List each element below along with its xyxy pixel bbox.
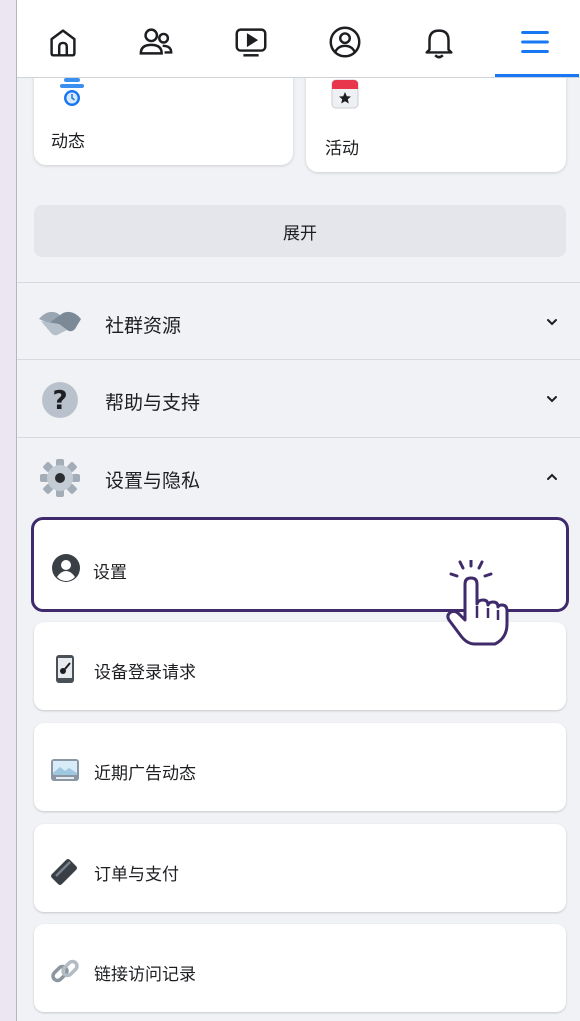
section-label: 帮助与支持 — [105, 392, 201, 414]
menu-item-link-history[interactable]: 链接访问记录 — [34, 924, 566, 1012]
section-label: 设置与隐私 — [105, 470, 201, 492]
menu-item-orders-payments[interactable]: 订单与支付 — [34, 824, 566, 912]
section-help-support[interactable]: ? 帮助与支持 — [17, 362, 580, 439]
feeds-icon — [60, 78, 84, 106]
menu-item-recent-ad-activity[interactable]: 近期广告动态 — [34, 723, 566, 811]
nav-home[interactable] — [41, 20, 85, 64]
events-icon — [331, 79, 359, 109]
app-frame: 动态 活动 展开 社群资源 ? 帮助与支持 设置与隐私 设置 设备登录请求 近期… — [16, 0, 580, 1021]
section-settings-privacy[interactable]: 设置与隐私 — [17, 440, 580, 517]
shortcut-label: 活动 — [325, 139, 359, 159]
active-tab-indicator — [495, 74, 579, 77]
chevron-up-icon — [547, 473, 557, 480]
menu-item-label: 设备登录请求 — [94, 663, 196, 683]
menu-item-label: 近期广告动态 — [94, 764, 196, 784]
nav-profile[interactable] — [323, 20, 367, 64]
nav-menu[interactable] — [513, 20, 557, 64]
video-icon — [235, 28, 267, 57]
nav-video[interactable] — [229, 20, 273, 64]
payment-icon — [51, 859, 77, 885]
home-icon — [50, 29, 76, 57]
chevron-down-icon — [547, 396, 557, 403]
link-icon — [51, 959, 79, 983]
notifications-icon — [425, 29, 453, 59]
section-community-resources[interactable]: 社群资源 — [17, 285, 580, 362]
chevron-down-icon — [547, 319, 557, 326]
user-circle-icon — [52, 554, 80, 582]
svg-text:?: ? — [52, 386, 67, 416]
hand-pointer-icon — [446, 560, 509, 646]
handshake-icon — [39, 311, 81, 336]
menu-item-label: 链接访问记录 — [94, 965, 196, 985]
top-nav — [17, 0, 580, 78]
nav-friends[interactable] — [134, 20, 178, 64]
shortcut-label: 动态 — [51, 132, 85, 152]
gear-icon — [40, 459, 80, 497]
ad-activity-icon — [51, 759, 79, 781]
menu-item-label: 订单与支付 — [94, 865, 179, 885]
help-icon: ? — [42, 382, 78, 418]
device-icon — [56, 655, 74, 683]
friends-icon — [139, 28, 173, 55]
expand-button[interactable]: 展开 — [34, 205, 566, 257]
section-label: 社群资源 — [105, 315, 182, 337]
divider — [17, 359, 580, 360]
menu-icon — [521, 30, 549, 54]
profile-icon — [329, 26, 361, 58]
divider — [17, 282, 580, 283]
menu-item-label: 设置 — [93, 563, 127, 583]
nav-notifications[interactable] — [417, 20, 461, 64]
divider — [17, 437, 580, 438]
